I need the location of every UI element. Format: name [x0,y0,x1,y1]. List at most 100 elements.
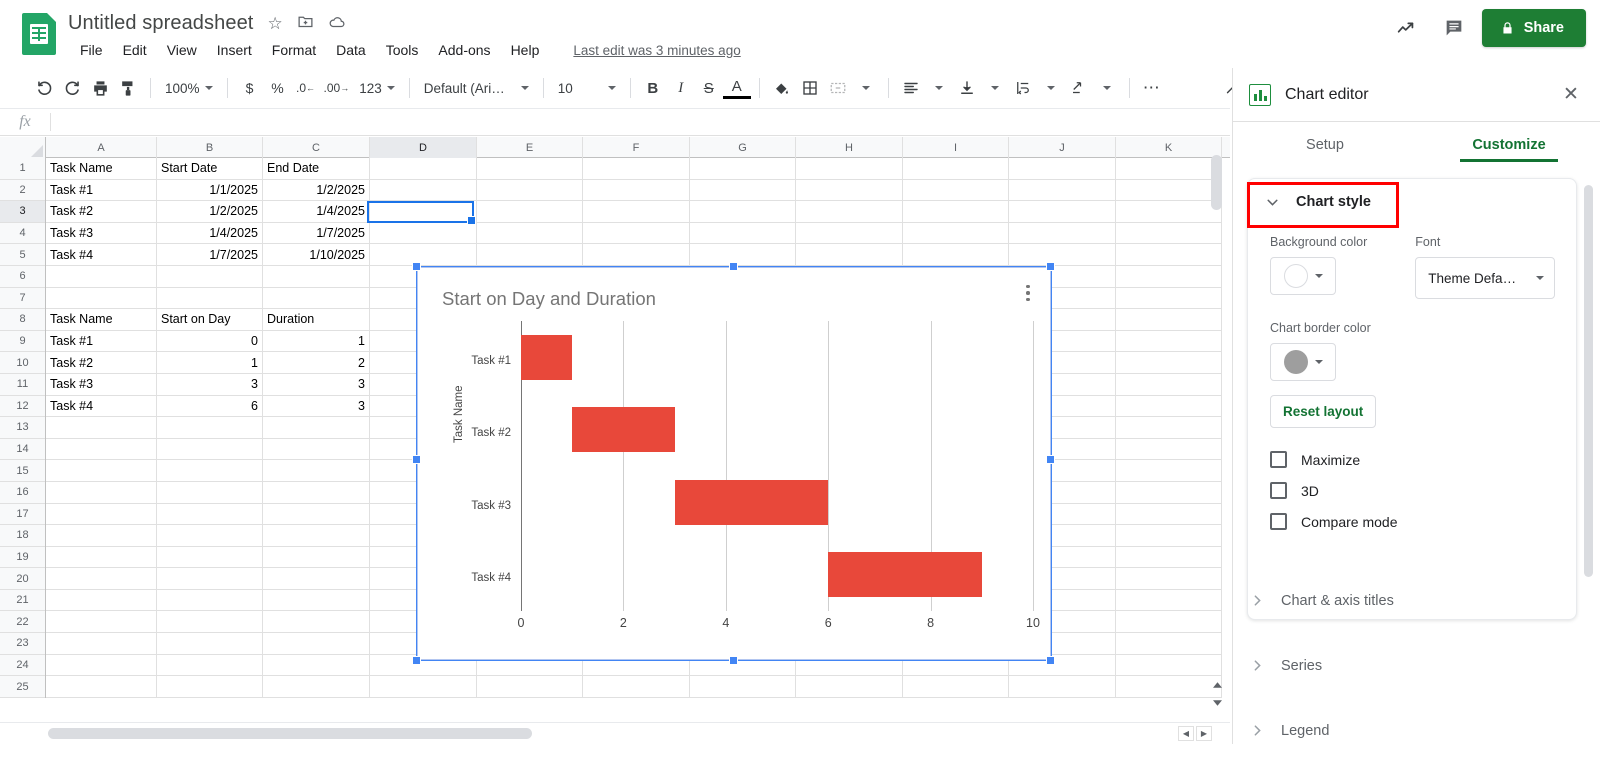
row-header-7[interactable]: 7 [0,288,45,310]
select-all-corner[interactable] [0,137,46,158]
cell-B3[interactable]: 1/2/2025 [157,201,263,223]
cell-I3[interactable] [903,201,1009,223]
cell-A10[interactable]: Task #2 [46,352,157,374]
cell-A17[interactable] [46,504,157,526]
cell-A2[interactable]: Task #1 [46,180,157,202]
menu-data[interactable]: Data [326,42,376,58]
font-select[interactable]: Theme Defa… [1415,257,1555,299]
section-chart-axis-titles[interactable]: Chart & axis titles [1247,568,1577,633]
cell-K8[interactable] [1116,309,1222,331]
tab-setup[interactable]: Setup [1233,122,1417,168]
cell-G3[interactable] [690,201,796,223]
percent-format-button[interactable]: % [264,74,292,102]
cell-A7[interactable] [46,288,157,310]
cell-B5[interactable]: 1/7/2025 [157,244,263,266]
cell-C18[interactable] [263,525,370,547]
row-header-11[interactable]: 11 [0,374,45,396]
number-format-selector[interactable]: 123 [353,75,401,101]
cell-C25[interactable] [263,676,370,698]
cell-F25[interactable] [583,676,690,698]
cell-C2[interactable]: 1/2/2025 [263,180,370,202]
cell-D5[interactable] [370,244,477,266]
cell-B9[interactable]: 0 [157,331,263,353]
formula-input[interactable] [51,108,1230,136]
cell-K6[interactable] [1116,266,1222,288]
star-icon[interactable]: ☆ [267,15,282,32]
cell-G1[interactable] [690,158,796,180]
document-title[interactable]: Untitled spreadsheet [68,12,253,35]
cell-K17[interactable] [1116,504,1222,526]
cell-A3[interactable]: Task #2 [46,201,157,223]
menu-tools[interactable]: Tools [376,42,429,58]
text-color-button[interactable]: A [723,77,751,99]
currency-format-button[interactable]: $ [236,74,264,102]
cell-A11[interactable]: Task #3 [46,374,157,396]
cell-B21[interactable] [157,590,263,612]
chart-overflow-menu-icon[interactable] [1019,281,1037,305]
cell-B18[interactable] [157,525,263,547]
cell-B8[interactable]: Start on Day [157,309,263,331]
cell-H2[interactable] [796,180,903,202]
cell-H1[interactable] [796,158,903,180]
column-header-h[interactable]: H [796,137,903,158]
row-header-21[interactable]: 21 [0,590,45,612]
text-wrap-caret[interactable] [1037,74,1065,102]
cell-J5[interactable] [1009,244,1116,266]
column-header-b[interactable]: B [157,137,263,158]
cell-D2[interactable] [370,180,477,202]
undo-icon[interactable] [30,74,58,102]
cell-I5[interactable] [903,244,1009,266]
cell-B1[interactable]: Start Date [157,158,263,180]
font-selector[interactable]: Default (Ari… [418,75,535,101]
cell-G25[interactable] [690,676,796,698]
cell-A18[interactable] [46,525,157,547]
chart-bar-3[interactable] [675,480,829,525]
activity-icon[interactable] [1386,8,1426,48]
cell-K5[interactable] [1116,244,1222,266]
3d-checkbox[interactable] [1270,482,1287,499]
chart-handle-tl[interactable] [412,262,421,271]
cell-H4[interactable] [796,223,903,245]
cell-B24[interactable] [157,655,263,677]
cell-E25[interactable] [477,676,583,698]
cell-F3[interactable] [583,201,690,223]
cell-A12[interactable]: Task #4 [46,396,157,418]
maximize-checkbox[interactable] [1270,451,1287,468]
cell-A20[interactable] [46,568,157,590]
cell-C19[interactable] [263,547,370,569]
scroll-right-button[interactable]: ▶ [1196,726,1212,741]
cell-B6[interactable] [157,266,263,288]
paint-format-icon[interactable] [114,74,142,102]
cell-I4[interactable] [903,223,1009,245]
row-header-3[interactable]: 3 [0,201,45,223]
row-header-8[interactable]: 8 [0,309,45,331]
cell-A16[interactable] [46,482,157,504]
cell-C20[interactable] [263,568,370,590]
cell-B16[interactable] [157,482,263,504]
section-legend[interactable]: Legend [1247,698,1577,763]
cell-K3[interactable] [1116,201,1222,223]
chart-border-color-picker[interactable] [1270,343,1336,381]
scroll-left-button[interactable]: ◀ [1178,726,1194,741]
cell-B25[interactable] [157,676,263,698]
row-header-20[interactable]: 20 [0,568,45,590]
cell-K14[interactable] [1116,439,1222,461]
comment-icon[interactable] [1434,8,1474,48]
row-header-23[interactable]: 23 [0,633,45,655]
column-header-g[interactable]: G [690,137,796,158]
cell-D25[interactable] [370,676,477,698]
compare-mode-checkbox-row[interactable]: Compare mode [1270,506,1566,537]
text-rotation-caret[interactable] [1093,74,1121,102]
column-header-e[interactable]: E [477,137,583,158]
reset-layout-button[interactable]: Reset layout [1270,395,1376,428]
text-rotation-icon[interactable] [1065,74,1093,102]
cell-A23[interactable] [46,633,157,655]
cell-D3[interactable] [370,201,477,223]
column-header-k[interactable]: K [1116,137,1222,158]
cell-A15[interactable] [46,460,157,482]
cell-C9[interactable]: 1 [263,331,370,353]
cell-K9[interactable] [1116,331,1222,353]
row-header-4[interactable]: 4 [0,223,45,245]
cell-C15[interactable] [263,460,370,482]
background-color-picker[interactable] [1270,257,1336,295]
